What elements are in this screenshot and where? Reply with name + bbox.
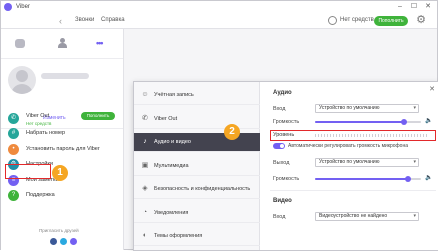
output-volume-fill xyxy=(315,178,409,180)
audio-input-label: Вход xyxy=(273,106,286,112)
settings-nav-label: Мультимедиа xyxy=(154,162,189,169)
sidebar-item[interactable]: ? Поддержка xyxy=(1,188,123,203)
audio-input-select[interactable]: Устройство по умолчанию ▾ xyxy=(315,104,419,113)
level-meter xyxy=(315,134,429,137)
close-icon[interactable]: ✕ xyxy=(421,2,435,12)
input-volume-knob[interactable] xyxy=(401,119,408,125)
settings-nav-label: Viber Out xyxy=(154,115,178,122)
settings-nav: ☺ Учётная запись ✆ Viber Out ♪ Аудио и видео ▣… xyxy=(134,82,260,250)
minimize-icon[interactable]: – xyxy=(393,2,407,12)
title-bar: Viber – ☐ ✕ xyxy=(1,1,437,13)
lock-icon: • xyxy=(8,143,19,155)
menu-help[interactable]: Справка xyxy=(101,17,125,23)
more-menu-list: ✆ Viber Out Нет средств Пополнить # Набрать н… xyxy=(1,111,123,203)
account-icon: ☺ xyxy=(141,91,149,98)
more-tab-icon[interactable]: ••• xyxy=(96,38,104,48)
viber-window: Viber – ☐ ✕ ‹ Звонки Справка Нет средств… xyxy=(0,0,438,251)
viber-share-icon[interactable] xyxy=(70,238,77,245)
video-input-value: Видеоустройство не найдено xyxy=(319,213,388,219)
settings-gear-icon[interactable]: ⚙ xyxy=(415,14,427,26)
audio-section-title: Аудио xyxy=(273,90,292,96)
video-section-title: Видео xyxy=(273,198,292,204)
bell-icon: ◔ xyxy=(142,208,148,216)
twitter-icon[interactable] xyxy=(60,238,67,245)
chats-tab-icon[interactable] xyxy=(15,39,25,48)
settings-dialog: ✕ ☺ Учётная запись ✆ Viber Out ♪ Аудио и виде… xyxy=(133,81,438,251)
speaker-icon: 🔈 xyxy=(425,175,433,181)
audio-input-value: Устройство по умолчанию xyxy=(319,105,380,111)
settings-nav-label: Уведомления xyxy=(154,209,189,216)
phone-icon: ✆ xyxy=(142,114,148,122)
viber-logo-icon xyxy=(4,3,12,11)
settings-nav-item[interactable]: ◔ Уведомления xyxy=(134,204,260,223)
video-input-select[interactable]: Видеоустройство не найдено ▾ xyxy=(315,212,419,221)
output-volume-knob[interactable] xyxy=(405,176,412,182)
chevron-down-icon: ▾ xyxy=(413,213,416,219)
menu-bar: ‹ Звонки Справка Нет средств Пополнить ⚙ xyxy=(1,13,437,29)
sidebar-item-label: Поддержка xyxy=(26,191,55,198)
section-divider xyxy=(270,190,436,191)
level-label: Уровень xyxy=(273,132,295,138)
audio-output-value: Устройство по умолчанию xyxy=(319,159,380,165)
back-arrow-icon[interactable]: ‹ xyxy=(59,16,67,26)
media-icon: ▣ xyxy=(141,161,149,169)
sidebar-item-label: Установить пароль для Viber xyxy=(26,145,100,152)
facebook-icon[interactable] xyxy=(50,238,57,245)
audio-output-select[interactable]: Устройство по умолчанию ▾ xyxy=(315,158,419,167)
window-controls: – ☐ ✕ xyxy=(393,2,435,12)
settings-nav-label: Темы оформления xyxy=(154,233,203,239)
sidebar-item[interactable]: • Установить пароль для Viber xyxy=(1,142,123,157)
sidebar-item-label: Viber Out xyxy=(26,113,50,119)
output-volume-slider[interactable] xyxy=(315,176,421,182)
audio-video-panel: Аудио Вход Устройство по умолчанию ▾ Гро… xyxy=(261,82,438,250)
sidebar-item-label: Набрать номер xyxy=(26,130,66,137)
settings-nav-item[interactable]: ☺ Учётная запись xyxy=(134,86,260,105)
audio-icon: ♪ xyxy=(143,138,147,145)
window-title: Viber xyxy=(16,4,30,10)
chevron-down-icon: ▾ xyxy=(413,105,416,111)
sidebar-item[interactable]: # Набрать номер xyxy=(1,126,123,141)
audio-output-label: Выход xyxy=(273,160,290,166)
support-icon: ? xyxy=(8,189,19,201)
auto-gain-label: Автоматически регулировать громкость мик… xyxy=(288,143,408,149)
maximize-icon[interactable]: ☐ xyxy=(407,2,421,12)
input-volume-label: Громкость xyxy=(273,119,300,125)
step-badge-2: 2 xyxy=(224,124,240,140)
settings-nav-label: Аудио и видео xyxy=(154,139,191,145)
sidebar-item-sub: Нет средств xyxy=(26,121,52,126)
contacts-tab-icon[interactable] xyxy=(58,38,67,49)
chevron-down-icon: ▾ xyxy=(413,159,416,165)
dialpad-icon: # xyxy=(8,128,19,140)
profile-name-redacted xyxy=(41,73,89,79)
settings-nav-item[interactable]: ✆ Viber Out xyxy=(134,110,260,129)
topup-button[interactable]: Пополнить xyxy=(374,16,408,26)
viber-out-topup-button[interactable]: Пополнить xyxy=(81,112,115,120)
auto-gain-toggle[interactable] xyxy=(273,143,285,149)
settings-nav-item[interactable]: ▣ Мультимедиа xyxy=(134,157,260,176)
credit-icon xyxy=(328,16,337,25)
settings-nav-item[interactable]: ♪ Аудио и видео xyxy=(134,133,260,152)
settings-nav-label: Учётная запись xyxy=(154,92,194,98)
settings-nav-item[interactable]: ◈ Безопасность и конфиденциальность xyxy=(134,180,260,199)
sidebar-item[interactable]: ✆ Viber Out Нет средств Пополнить xyxy=(1,111,123,126)
settings-nav-item[interactable]: ◐ Темы оформления xyxy=(134,227,260,246)
sidebar-tabs: ••• xyxy=(1,29,123,59)
speaker-icon: 🔈 xyxy=(425,118,433,124)
shield-icon: ◈ xyxy=(142,185,148,192)
output-volume-label: Громкость xyxy=(273,176,300,182)
settings-nav-label: Безопасность и конфиденциальность xyxy=(154,186,251,192)
theme-icon: ◐ xyxy=(142,232,148,239)
step-badge-1: 1 xyxy=(52,165,68,181)
invite-friends-text[interactable]: Пригласить друзей xyxy=(39,228,79,233)
credit-status: Нет средств xyxy=(340,17,374,23)
level-highlight-box: Уровень xyxy=(270,130,436,141)
phone-icon: ✆ xyxy=(8,113,19,124)
avatar[interactable] xyxy=(8,66,36,94)
input-volume-fill xyxy=(315,121,405,123)
settings-highlight-box xyxy=(5,164,51,179)
menu-calls[interactable]: Звонки xyxy=(75,17,94,23)
input-volume-slider[interactable] xyxy=(315,119,421,125)
video-input-label: Вход xyxy=(273,214,286,220)
